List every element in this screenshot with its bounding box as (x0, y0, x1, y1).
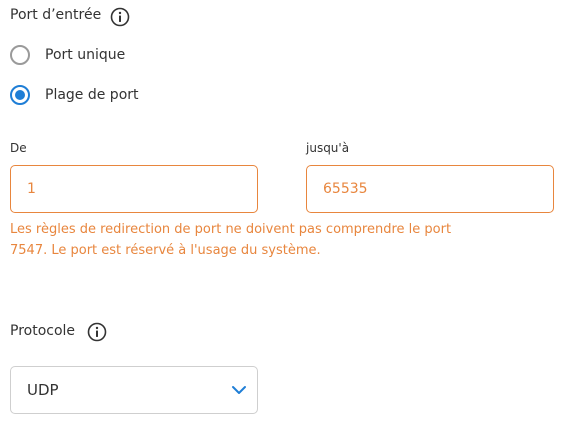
radio-unchecked-icon[interactable] (10, 45, 30, 65)
info-icon (110, 7, 130, 27)
port-error-line-1: Les règles de redirection de port ne doi… (10, 222, 452, 237)
radio-port-range[interactable]: Plage de port (10, 85, 139, 105)
protocol-select[interactable]: UDP (10, 366, 258, 414)
input-port-label: Port d’entrée (10, 7, 102, 23)
info-icon (87, 322, 107, 342)
radio-port-unique-label: Port unique (45, 47, 126, 63)
from-port-label: De (10, 141, 27, 155)
chevron-down-icon (232, 386, 246, 394)
to-port-input[interactable] (306, 165, 554, 213)
protocol-selected-value: UDP (27, 381, 59, 399)
radio-checked-icon[interactable] (10, 85, 30, 105)
from-port-input[interactable] (10, 165, 258, 213)
port-error-message: Les règles de redirection de port ne doi… (10, 219, 490, 261)
to-port-label: jusqu'à (306, 141, 350, 155)
input-port-info-button[interactable] (110, 7, 130, 27)
radio-port-range-label: Plage de port (45, 87, 139, 103)
protocol-info-button[interactable] (87, 322, 107, 342)
port-error-line-2: 7547. Le port est réservé à l'usage du s… (10, 243, 321, 258)
radio-port-unique[interactable]: Port unique (10, 45, 125, 65)
protocol-label: Protocole (10, 323, 76, 339)
